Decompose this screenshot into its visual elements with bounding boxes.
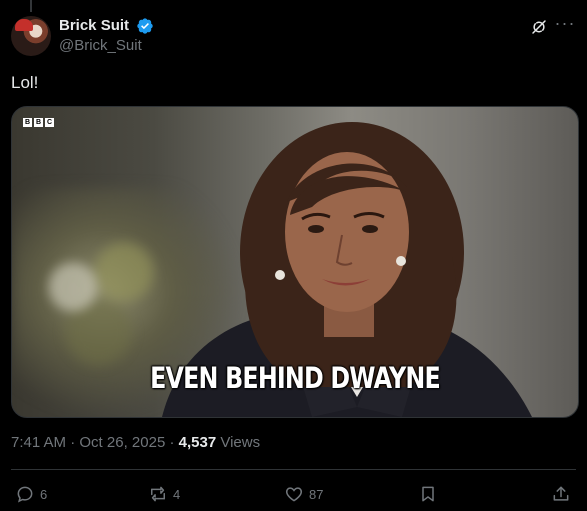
meta-separator: · <box>169 434 175 451</box>
tweet-date[interactable]: Oct 26, 2025 <box>79 434 165 451</box>
author-handle[interactable]: @Brick_Suit <box>59 36 154 56</box>
tweet-media-image[interactable]: B B C EVEN BEHIND DWAYNE <box>11 106 579 418</box>
views-label: Views <box>220 434 261 451</box>
tweet-time[interactable]: 7:41 AM <box>11 434 66 451</box>
avatar[interactable] <box>11 16 51 56</box>
avatar-hat-detail <box>15 19 33 31</box>
share-button[interactable] <box>551 480 571 508</box>
reply-button[interactable]: 6 <box>15 480 47 508</box>
heart-icon <box>285 487 303 502</box>
share-icon <box>553 486 569 501</box>
thread-connector-line <box>30 0 32 12</box>
repost-button[interactable]: 4 <box>148 480 180 508</box>
bookmark-icon <box>422 486 434 502</box>
repost-icon <box>151 486 165 502</box>
bookmark-button[interactable] <box>418 480 438 508</box>
tweet-text: Lol! <box>11 73 39 92</box>
author-display-name[interactable]: Brick Suit <box>59 16 129 36</box>
grok-icon[interactable] <box>530 18 548 36</box>
views-count: 4,537 <box>178 434 217 451</box>
more-icon[interactable]: ··· <box>554 14 576 36</box>
reply-icon <box>17 486 33 503</box>
like-button[interactable]: 87 <box>284 480 323 508</box>
meta-separator: · <box>70 434 76 451</box>
repost-count: 4 <box>173 486 181 502</box>
divider <box>11 469 576 470</box>
video-caption: EVEN BEHIND DWAYNE <box>150 361 441 395</box>
tweet-meta: 7:41 AM · Oct 26, 2025 · 4,537 Views <box>11 433 260 453</box>
verified-badge-icon[interactable] <box>136 17 154 35</box>
tweet-header: Brick Suit @Brick_Suit ··· <box>11 14 576 60</box>
action-bar: 6 4 87 <box>11 480 576 508</box>
like-count: 87 <box>309 486 324 502</box>
reply-count: 6 <box>40 486 48 502</box>
author-names: Brick Suit @Brick_Suit <box>59 16 154 56</box>
